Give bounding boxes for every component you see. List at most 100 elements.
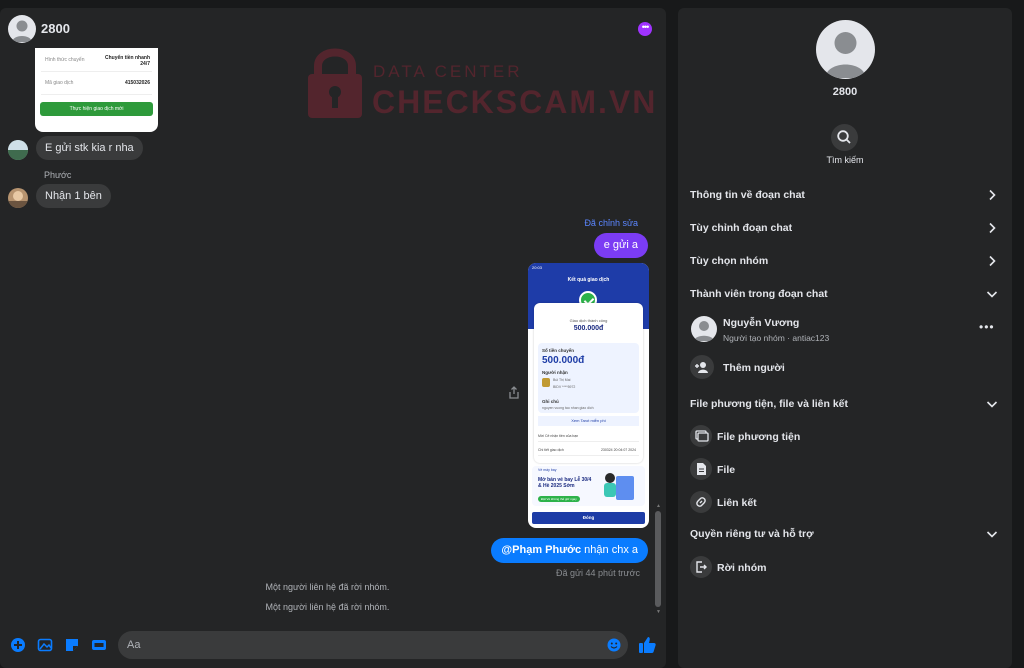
scrollbar-thumb[interactable] (655, 511, 661, 607)
message-bubble-outgoing[interactable]: e gửi a (593, 233, 648, 258)
detail-label: Chi tiết giao dịch (538, 448, 564, 452)
add-person-icon (695, 362, 708, 373)
image-attachment-transfer-screenshot[interactable]: 20:03 Kết quả giao dịch Giao dịch thành … (528, 263, 649, 528)
plus-circle-icon[interactable] (10, 637, 26, 653)
receiver-label: Người nhận (542, 370, 568, 375)
person-icon (12, 20, 32, 42)
search-label[interactable]: Tìm kiếm (678, 155, 1012, 165)
chat-info-panel: 2800 Tìm kiếm Thông tin về đoạn chat Tùy… (678, 8, 1012, 668)
note-label: Ghi chú (542, 399, 559, 404)
status-bar-time: 20:03 (532, 265, 543, 270)
chevron-down-icon (986, 401, 998, 408)
receipt-card: Giao dịch thành công 500.000đ Số tiền ch… (534, 303, 643, 463)
person-icon (694, 321, 714, 341)
sent-status: Đã gửi 44 phút trước (556, 568, 640, 578)
system-message: Một người liên hệ đã rời nhóm. (265, 582, 390, 592)
watermark-text: DATA CENTER (373, 62, 523, 81)
person-icon (825, 32, 866, 78)
receipt-row: Chi tiết giao dịch 230324 20:04:07 2024 (538, 444, 639, 456)
avatar-image-icon (8, 191, 28, 208)
message-bubble[interactable]: E gửi stk kia r nha (36, 136, 143, 160)
message-text: nhận chx a (581, 544, 638, 556)
tarot-link: Xem Tarot miễn phí (538, 416, 639, 426)
thumbs-up-icon[interactable] (637, 635, 657, 655)
receiver-name: Bùi Thị Mai (553, 378, 571, 382)
traveler-illustration-icon (604, 473, 634, 500)
file-icon (697, 463, 706, 475)
add-person-button[interactable] (690, 355, 714, 379)
file-label[interactable]: File (717, 464, 735, 476)
section-customize-chat[interactable]: Tùy chỉnh đoạn chat (690, 217, 1002, 239)
search-button[interactable] (831, 124, 858, 151)
receiver-account: BIDV ****5972 (553, 385, 576, 389)
banner-title: Mở bán vé bay Lễ 30/4 & Hè 2025 Sớm (538, 477, 592, 489)
chat-panel: 2800 ••• DATA CENTER CHECKSCAM.VN Hình t… (0, 8, 666, 668)
photo-icon[interactable] (37, 637, 53, 653)
transfer-amount: 500.000đ (542, 355, 585, 366)
link-label[interactable]: Liên kết (717, 497, 757, 509)
avatar[interactable] (8, 188, 28, 208)
member-name[interactable]: Nguyễn Vương (723, 317, 799, 329)
section-chat-info[interactable]: Thông tin về đoạn chat (690, 184, 1002, 206)
chevron-down-icon (986, 291, 998, 298)
message-bubble-outgoing[interactable]: @Phạm Phước nhận chx a (491, 538, 648, 563)
more-options-icon[interactable]: ••• (638, 22, 652, 36)
section-media-files[interactable]: File phương tiện, file và liên kết (690, 393, 1002, 415)
message-composer (0, 626, 666, 668)
gif-icon[interactable] (91, 637, 107, 653)
close-button: Đóng (532, 512, 645, 524)
file-button[interactable] (690, 458, 712, 480)
receipt-row: Hình thức chuyển Chuyển tiền nhanh 24/7 (41, 52, 152, 72)
watermark: DATA CENTER CHECKSCAM.VN (306, 44, 655, 124)
success-text: Giao dịch thành công (569, 318, 608, 323)
group-avatar[interactable] (8, 15, 36, 43)
watermark-brand: CHECKSCAM.VN (372, 84, 658, 120)
avatar-image-icon (8, 140, 28, 160)
message-bubble[interactable]: Nhận 1 bên (36, 184, 111, 208)
detail-value: 230324 20:04:07 2024 (600, 448, 636, 452)
share-icon[interactable] (507, 386, 521, 400)
media-button[interactable] (690, 425, 712, 447)
edited-label[interactable]: Đã chỉnh sửa (584, 218, 638, 228)
group-name: 2800 (832, 86, 858, 98)
group-avatar-large[interactable] (816, 20, 875, 79)
chevron-right-icon (989, 189, 996, 201)
receipt-title: Kết quả giao dịch (567, 277, 610, 283)
media-icon (695, 430, 709, 442)
sender-name: Phước (44, 170, 72, 180)
amount-small: 500.000đ (573, 325, 604, 332)
promo-banner: Vé máy bay Mở bán vé bay Lễ 30/4 & Hè 20… (532, 466, 645, 506)
receipt-row: Mời Cê nhận tiền của bạn (538, 430, 639, 442)
bank-logo-icon (542, 378, 550, 387)
section-chat-members[interactable]: Thành viên trong đoạn chat (690, 283, 1002, 305)
link-icon (696, 497, 706, 507)
leave-group-button[interactable] (690, 556, 712, 578)
emoji-icon[interactable] (607, 638, 621, 652)
search-icon (837, 130, 851, 144)
image-attachment-receipt[interactable]: Hình thức chuyển Chuyển tiền nhanh 24/7 … (35, 48, 158, 132)
banner-tag: Đặt Vé không thể giữ ngay (538, 496, 580, 502)
note-text: nguyen vuong tao nhan giao dich (542, 406, 594, 410)
member-role: Người tạo nhóm · antiac123 (723, 333, 830, 343)
scroll-down-arrow[interactable]: ▼ (656, 609, 661, 615)
sticker-icon[interactable] (64, 637, 80, 653)
banner-caption: Vé máy bay (538, 468, 557, 472)
chevron-right-icon (989, 222, 996, 234)
leave-icon (696, 561, 707, 573)
add-person-label[interactable]: Thêm người (723, 362, 785, 374)
mention-link[interactable]: @Phạm Phước (501, 544, 581, 556)
chat-title[interactable]: 2800 (41, 21, 70, 36)
scroll-up-arrow[interactable]: ▲ (656, 503, 661, 509)
member-avatar[interactable] (691, 316, 717, 342)
media-label[interactable]: File phương tiện (717, 431, 800, 443)
avatar[interactable] (8, 140, 28, 160)
lock-icon (308, 48, 362, 118)
section-group-options[interactable]: Tùy chọn nhóm (690, 250, 1002, 272)
system-message: Một người liên hệ đã rời nhóm. (265, 602, 390, 612)
member-more-icon[interactable]: ••• (979, 320, 995, 334)
link-button[interactable] (690, 491, 712, 513)
leave-group-label[interactable]: Rời nhóm (717, 562, 766, 574)
message-input[interactable] (118, 631, 628, 659)
section-privacy-support[interactable]: Quyền riêng tư và hỗ trợ (690, 523, 1002, 545)
new-transaction-button: Thực hiện giao dịch mới (40, 102, 153, 116)
